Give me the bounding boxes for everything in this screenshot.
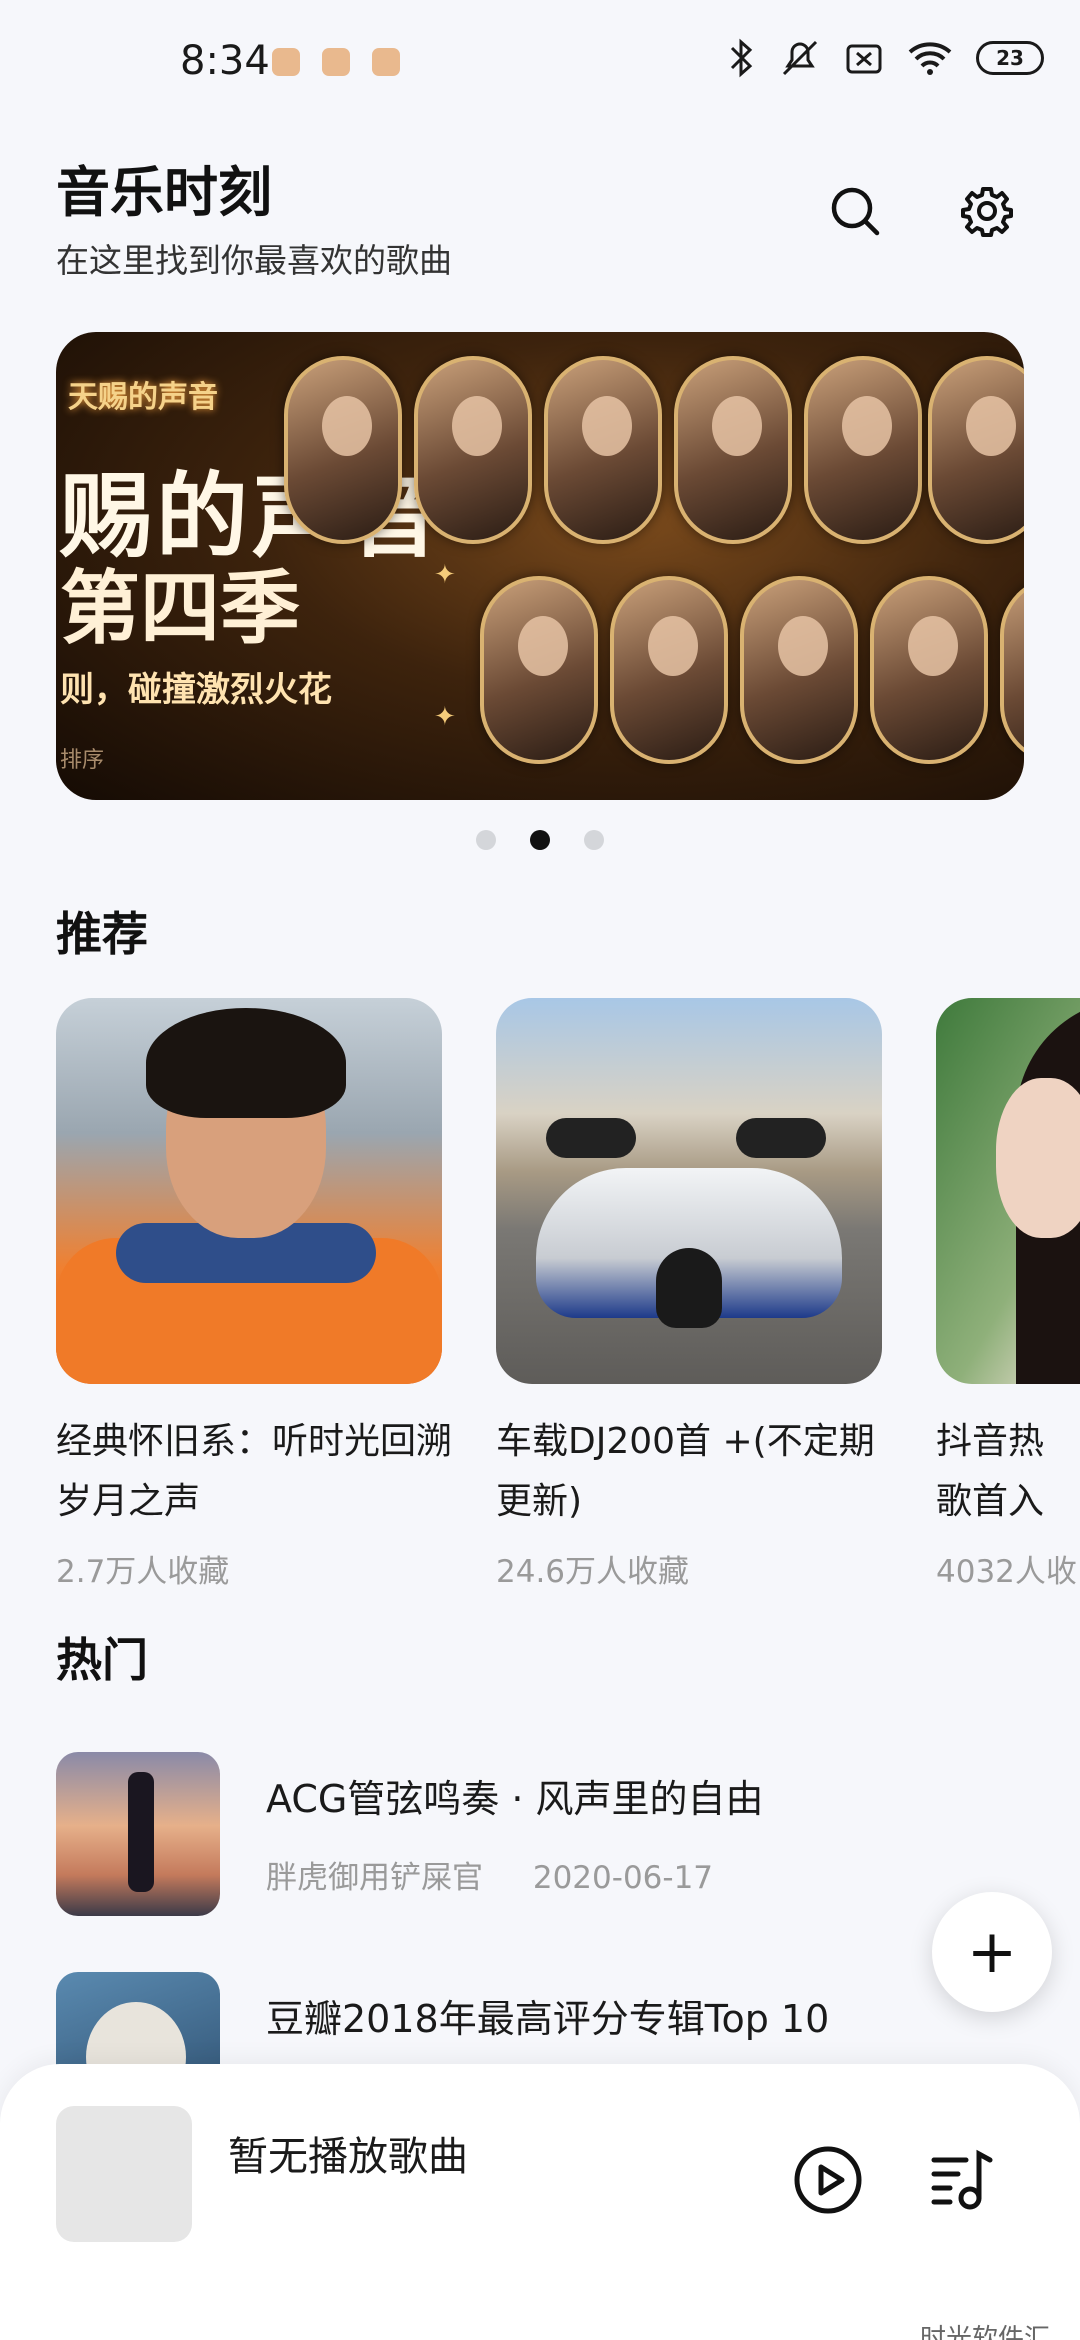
page-title: 音乐时刻 [56, 161, 272, 224]
carousel-dot-active[interactable] [530, 830, 550, 850]
battery-icon: 23 [976, 41, 1044, 75]
artist-portrait [610, 576, 728, 764]
banner-logo: 天赐的声音 [68, 380, 218, 415]
playlist-queue-button[interactable] [924, 2142, 1000, 2218]
page-subtitle: 在这里找到你最喜欢的歌曲 [56, 241, 452, 280]
artist-portrait [414, 356, 532, 544]
banner-carousel[interactable]: 天赐的声音 赐的声音 第四季 则，碰撞激烈火花 排序 ✦ ✦ [56, 332, 1024, 800]
banner-footnote: 排序 [60, 748, 105, 773]
list-item-title: ACG管弦鸣奏 · 风声里的自由 [266, 1777, 764, 1821]
notification-icon [322, 48, 350, 76]
notification-icon [372, 48, 400, 76]
playlist-favorites: 2.7万人收藏 [56, 1554, 230, 1590]
banner-season: 第四季 [60, 562, 300, 655]
playlist-card[interactable]: 经典怀旧系：听时光回溯岁月之声 2.7万人收藏 [56, 998, 452, 1591]
playlist-favorites: 24.6万人收藏 [496, 1554, 690, 1590]
list-item-title: 豆瓣2018年最高评分专辑Top 10 [266, 1997, 830, 2041]
carousel-indicator [0, 830, 1080, 850]
player-title: 暂无播放歌曲 [228, 2134, 468, 2180]
artist-portrait [870, 576, 988, 764]
search-button[interactable] [820, 176, 890, 246]
artist-portrait [740, 576, 858, 764]
artist-portrait [1000, 576, 1024, 764]
artist-portrait [544, 356, 662, 544]
notification-icon [272, 48, 300, 76]
playlist-cover [936, 998, 1080, 1384]
play-button[interactable] [790, 2142, 866, 2218]
gear-icon [961, 187, 1013, 237]
artist-portrait [674, 356, 792, 544]
carousel-dot[interactable] [476, 830, 496, 850]
mini-player[interactable]: 暂无播放歌曲 时光软件汇 [0, 2064, 1080, 2340]
watermark: 时光软件汇 [919, 2324, 1050, 2340]
bluetooth-icon [730, 38, 753, 78]
artist-portrait [480, 576, 598, 764]
play-icon [794, 2146, 862, 2214]
playlist-title: 车载DJ200首 +(不定期更新) [496, 1421, 875, 1522]
artist-portrait [284, 356, 402, 544]
playlist-icon [931, 2149, 993, 2210]
status-time: 8:34 [180, 38, 270, 84]
status-bar: 8:34 23 [0, 0, 1080, 120]
playlist-favorites: 4032人收 [936, 1554, 1077, 1590]
playlist-title: 经典怀旧系：听时光回溯岁月之声 [56, 1421, 453, 1522]
playlist-cover [496, 998, 882, 1384]
add-button[interactable]: + [932, 1892, 1052, 2012]
section-title-hot: 热门 [56, 1633, 148, 1687]
search-icon [831, 187, 880, 236]
playlist-card[interactable]: 车载DJ200首 +(不定期更新) 24.6万人收藏 [496, 998, 882, 1591]
playlist-title: 抖音热歌首入心 [936, 1421, 1045, 1522]
list-item[interactable]: ACG管弦鸣奏 · 风声里的自由 胖虎御用铲屎官 2020-06-17 [56, 1752, 1024, 1916]
banner-tagline: 则，碰撞激烈火花 [60, 670, 332, 710]
artist-portrait [928, 356, 1024, 544]
carousel-dot[interactable] [584, 830, 604, 850]
sparkle-icon: ✦ [434, 702, 456, 732]
sparkle-icon: ✦ [434, 560, 456, 590]
list-item-thumbnail [56, 1752, 220, 1916]
list-item-author: 胖虎御用铲屎官 [266, 1860, 483, 1896]
playlist-card[interactable]: 抖音热歌首入心 4032人收 [936, 998, 1080, 1591]
section-title-recommend: 推荐 [56, 907, 148, 961]
wifi-icon [908, 42, 952, 75]
mute-icon [782, 40, 818, 76]
list-item-date: 2020-06-17 [532, 1860, 714, 1896]
artist-portrait [804, 356, 922, 544]
status-icons: 23 [726, 38, 1044, 78]
player-artwork [56, 2106, 192, 2242]
settings-button[interactable] [952, 176, 1022, 246]
playlist-cover [56, 998, 442, 1384]
list-item-meta: 胖虎御用铲屎官 2020-06-17 [266, 1852, 753, 1897]
sim-off-icon [846, 44, 882, 74]
